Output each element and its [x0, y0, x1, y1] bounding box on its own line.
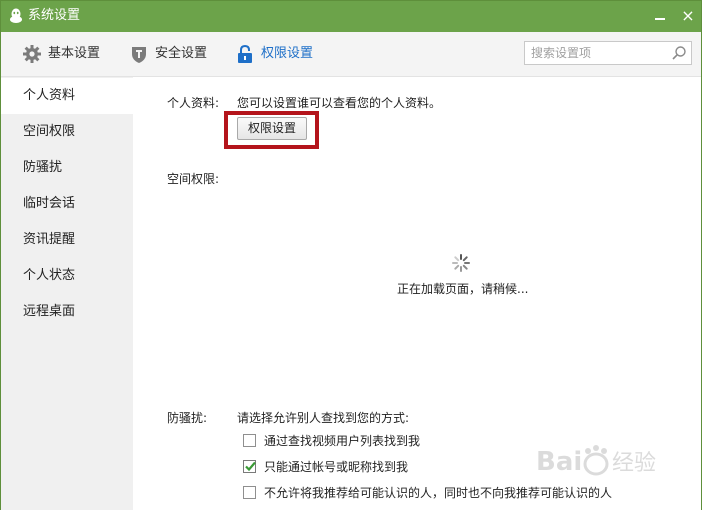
qq-penguin-icon — [10, 8, 22, 23]
window-title: 系统设置 — [28, 8, 81, 23]
option-video-list-label: 通过查找视频用户列表找到我 — [264, 434, 421, 448]
sidebar-item-remote-desktop[interactable]: 远程桌面 — [1, 294, 133, 330]
sidebar-item-news-reminder[interactable]: 资讯提醒 — [1, 222, 133, 258]
tab-security-settings[interactable]: 安全设置 — [129, 32, 219, 76]
loading-text: 正在加载页面，请稍候... — [397, 282, 529, 296]
shield-icon — [132, 47, 146, 63]
profile-description: 您可以设置谁可以查看您的个人资料。 — [237, 96, 442, 110]
search-icon[interactable] — [671, 45, 687, 61]
sidebar-item-anti-harassment[interactable]: 防骚扰 — [1, 150, 133, 186]
option-account-nickname-label: 只能通过帐号或昵称找到我 — [264, 460, 409, 474]
settings-window: 系统设置 × 基本设置 安全设置 权限设置 搜索设置项 个人资料 空间权限 防骚… — [0, 0, 702, 510]
lock-icon — [238, 44, 252, 63]
svg-text:Bai: Bai — [536, 447, 582, 477]
tab-security-settings-label: 安全设置 — [155, 46, 208, 61]
minimize-icon — [655, 18, 665, 20]
checkbox-video-list[interactable] — [243, 434, 256, 447]
sidebar-item-temp-session[interactable]: 临时会话 — [1, 186, 133, 222]
gear-icon — [23, 45, 41, 63]
space-permission-label: 空间权限: — [167, 172, 220, 186]
anti-harassment-description: 请选择允许别人查找到您的方式: — [237, 411, 410, 425]
settings-toolbar: 基本设置 安全设置 权限设置 — [1, 32, 701, 77]
loading-spinner-icon — [452, 254, 470, 272]
svg-text:经验: 经验 — [612, 451, 656, 476]
tab-permission-settings[interactable]: 权限设置 — [235, 32, 325, 76]
option-no-recommend-label: 不允许将我推荐给可能认识的人，同时也不向我推荐可能认识的人 — [264, 486, 613, 500]
checkbox-account-nickname[interactable] — [243, 460, 256, 473]
baidu-jingyan-watermark: Bai 经验 — [536, 445, 656, 477]
checkbox-no-recommend[interactable] — [243, 486, 256, 499]
title-bar[interactable]: 系统设置 × — [1, 1, 701, 32]
sidebar-item-space-permission[interactable]: 空间权限 — [1, 114, 133, 150]
checkmark-icon — [245, 461, 256, 472]
anti-harassment-label: 防骚扰: — [167, 411, 208, 425]
search-input[interactable] — [531, 45, 661, 61]
sidebar-item-profile[interactable]: 个人资料 — [1, 78, 133, 114]
minimize-button[interactable] — [649, 4, 671, 28]
sidebar-item-personal-status[interactable]: 个人状态 — [1, 258, 133, 294]
search-box[interactable] — [524, 41, 692, 65]
tab-basic-settings-label: 基本设置 — [48, 46, 101, 61]
permission-settings-button[interactable]: 权限设置 — [237, 117, 307, 140]
settings-sidebar: 个人资料 空间权限 防骚扰 临时会话 资讯提醒 个人状态 远程桌面 — [1, 77, 133, 510]
tab-basic-settings[interactable]: 基本设置 — [22, 32, 112, 76]
profile-label: 个人资料: — [167, 96, 220, 110]
close-button[interactable]: × — [677, 4, 699, 28]
tab-permission-settings-label: 权限设置 — [261, 46, 314, 61]
